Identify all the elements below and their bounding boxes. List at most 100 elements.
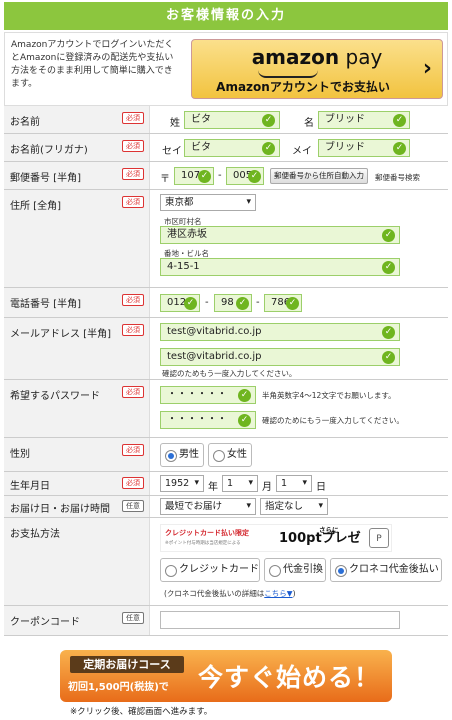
label-kana-mei: メイ — [292, 146, 312, 157]
street-input[interactable]: 4-15-1 — [160, 258, 400, 276]
payment-kuroneko-radio[interactable]: クロネコ代金後払い — [330, 558, 442, 582]
birth-year-select[interactable]: 1952 — [160, 475, 204, 492]
password-hint: 半角英数字4〜12文字でお願いします。 — [262, 391, 396, 400]
check-icon: ✓ — [382, 261, 395, 274]
label-gender: 性別 — [10, 449, 30, 460]
label-password: 希望するパスワード — [10, 391, 100, 402]
required-badge: 必須 — [122, 168, 144, 180]
amazon-smile-icon — [258, 70, 318, 78]
zip-autofill-button[interactable]: 郵便番号から住所自動入力 — [270, 168, 368, 184]
day-unit: 日 — [316, 482, 326, 493]
amazon-pay-panel: AmazonアカウントでログインいただくとAmazonに登録済みの配送先や支払い… — [4, 32, 448, 106]
check-icon: ✓ — [236, 297, 249, 310]
email-confirm-hint: 確認のためもう一度入力してください。 — [162, 369, 297, 378]
price-text: 初回1,500円(税抜)で — [68, 682, 169, 693]
check-icon: ✓ — [262, 142, 275, 155]
check-icon: ✓ — [393, 142, 406, 155]
row-delivery: お届け日・お届け時間 任意 最短でお届け 指定なし — [4, 496, 448, 518]
row-email: メールアドレス [半角] 必須 test@vitabrid.co.jp ✓ tes… — [4, 318, 448, 380]
points-icon: P — [369, 528, 389, 548]
row-zip: 郵便番号 [半角] 必須 〒 107 ✓ - 0052 ✓ 郵便番号から住所自動入… — [4, 162, 448, 190]
amazon-pay-button[interactable]: amazon pay Amazonアカウントでお支払い › — [191, 39, 443, 99]
required-badge: 必須 — [122, 294, 144, 306]
course-label: 定期お届けコース — [70, 656, 184, 673]
row-payment: お支払方法 クレジットカード払い限定 ※ポイント付与時期は当店規定による さらに… — [4, 518, 448, 606]
label-kana-sei: セイ — [162, 146, 182, 157]
order-form-page: お客様情報の入力 AmazonアカウントでログインいただくとAmazonに登録済… — [0, 0, 452, 720]
email-confirm-input[interactable]: test@vitabrid.co.jp — [160, 348, 400, 366]
birth-day-select[interactable]: 1 — [276, 475, 312, 492]
label-kana: お名前(フリガナ) — [10, 145, 88, 156]
optional-badge: 任意 — [122, 612, 144, 624]
required-badge: 必須 — [122, 444, 144, 456]
promo-title: クレジットカード払い限定 — [165, 529, 249, 537]
phone-separator: - — [256, 297, 260, 308]
required-badge: 必須 — [122, 112, 144, 124]
row-phone: 電話番号 [半角] 必須 0120 ✓ - 98 ✓ - 7867 ✓ — [4, 288, 448, 318]
check-icon: ✓ — [286, 297, 299, 310]
prefecture-select[interactable]: 東京都 — [160, 194, 256, 211]
check-icon: ✓ — [198, 170, 211, 183]
check-icon: ✓ — [382, 229, 395, 242]
payment-note: (クロネコ代金後払いの詳細はこちら▼) — [164, 589, 296, 598]
label-zip: 郵便番号 [半角] — [10, 173, 81, 184]
credit-promo-banner: クレジットカード払い限定 ※ポイント付与時期は当店規定による さらに 100ptプ… — [160, 524, 392, 574]
footer-note: ※クリック後、確認画面へ進みます。 — [70, 707, 213, 717]
label-phone: 電話番号 [半角] — [10, 299, 81, 310]
row-birthday: 生年月日 必須 1952 年 1 月 1 日 — [4, 472, 448, 496]
check-icon: ✓ — [184, 297, 197, 310]
label-address: 住所 [全角] — [10, 201, 61, 212]
payment-credit-radio[interactable]: クレジットカード — [160, 558, 260, 582]
password-confirm-hint: 確認のためにもう一度入力してください。 — [262, 416, 404, 425]
email-input[interactable]: test@vitabrid.co.jp — [160, 323, 400, 341]
start-now-button[interactable]: 定期お届けコース 初回1,500円(税抜)で 今すぐ始める！ — [60, 650, 392, 702]
check-icon: ✓ — [238, 389, 251, 402]
optional-badge: 任意 — [122, 500, 144, 512]
check-icon: ✓ — [382, 351, 395, 364]
cta-main-text: 今すぐ始める！ — [198, 663, 381, 692]
city-input[interactable]: 港区赤坂 — [160, 226, 400, 244]
label-coupon: クーポンコード — [10, 617, 80, 628]
zip-search-link[interactable]: 郵便番号検索 — [375, 172, 420, 183]
coupon-input[interactable] — [160, 611, 400, 629]
row-gender: 性別 必須 男性 女性 — [4, 438, 448, 472]
gender-female-radio[interactable]: 女性 — [208, 443, 252, 467]
required-badge: 必須 — [122, 324, 144, 336]
month-unit: 月 — [262, 482, 272, 493]
promo-points: さらに100ptプレゼント — [273, 525, 363, 574]
year-unit: 年 — [208, 482, 218, 493]
check-icon: ✓ — [248, 170, 261, 183]
kuroneko-details-link[interactable]: こちら▼ — [264, 589, 292, 598]
check-icon: ✓ — [238, 414, 251, 427]
check-icon: ✓ — [262, 114, 275, 127]
required-badge: 必須 — [122, 386, 144, 398]
promo-fineprint: ※ポイント付与時期は当店規定による — [165, 541, 241, 546]
birth-month-select[interactable]: 1 — [222, 475, 258, 492]
row-coupon: クーポンコード 任意 — [4, 606, 448, 636]
label-sei: 姓 — [170, 118, 180, 129]
zip-separator: - — [218, 170, 222, 181]
phone-separator: - — [205, 297, 209, 308]
label-payment: お支払方法 — [10, 529, 60, 540]
gender-male-radio[interactable]: 男性 — [160, 443, 204, 467]
label-email: メールアドレス [半角] — [10, 329, 111, 340]
row-address: 住所 [全角]必須 東京都 市区町村名 港区赤坂 ✓ 番地・ビル名 4-15-1… — [4, 190, 448, 288]
label-name: お名前 — [10, 117, 40, 128]
section-header: お客様情報の入力 — [4, 2, 448, 30]
amazon-pay-logo: amazon pay — [251, 45, 383, 69]
check-icon: ✓ — [382, 326, 395, 339]
label-mei: 名 — [304, 118, 314, 129]
required-badge: 必須 — [122, 477, 144, 489]
chevron-right-icon: › — [422, 56, 432, 81]
customer-form: お名前 必須 姓 ビタ ✓ 名 ブリッド ✓ お名前(フリガナ) 必須 セイ ビタ … — [4, 106, 448, 636]
required-badge: 必須 — [122, 196, 144, 208]
delivery-time-select[interactable]: 指定なし — [260, 498, 328, 515]
postal-mark: 〒 — [160, 174, 170, 185]
amazon-pay-description: AmazonアカウントでログインいただくとAmazonに登録済みの配送先や支払い… — [11, 40, 174, 89]
label-birthday: 生年月日 — [10, 481, 50, 492]
delivery-date-select[interactable]: 最短でお届け — [160, 498, 256, 515]
check-icon: ✓ — [393, 114, 406, 127]
required-badge: 必須 — [122, 140, 144, 152]
payment-cod-radio[interactable]: 代金引換 — [264, 558, 326, 582]
amazon-pay-button-label: Amazonアカウントでお支払い — [216, 80, 390, 94]
